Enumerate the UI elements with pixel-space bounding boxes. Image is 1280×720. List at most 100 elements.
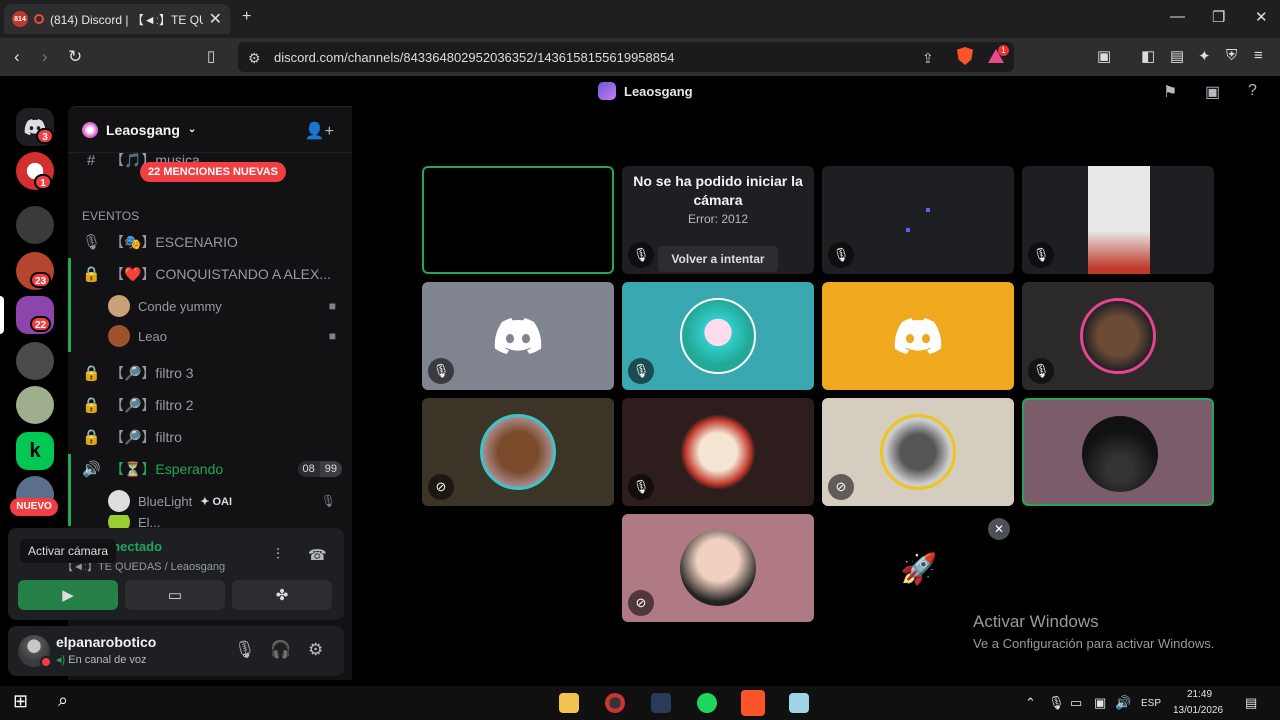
site-settings-icon[interactable]: ⚙ xyxy=(248,50,261,67)
retry-camera-button[interactable]: Volver a intentar xyxy=(658,246,778,272)
video-tile-7[interactable] xyxy=(822,282,1014,390)
voice-user[interactable]: El... xyxy=(108,515,336,529)
channel-esperando[interactable]: 🔊 【⏳】Esperando 08 99 xyxy=(80,455,342,483)
tab-close-icon[interactable]: ✕ xyxy=(209,9,222,29)
muted-mic-icon: 🎙 xyxy=(1028,242,1054,268)
app-icon[interactable] xyxy=(789,693,809,713)
user-name: BlueLight xyxy=(138,493,193,509)
camera-off-icon: ⊘ xyxy=(428,474,454,500)
video-tile-9[interactable]: ⊘ xyxy=(422,398,614,506)
close-activity-icon[interactable]: ✕ xyxy=(988,518,1010,540)
channel-filtro-2[interactable]: 🔒 【🔎】filtro 2 xyxy=(80,391,342,419)
voice-channel-icon: 🔊 xyxy=(82,461,101,478)
tab-manager-icon[interactable]: ▣ xyxy=(1097,47,1111,65)
channel-escenario[interactable]: 🎙 【🎭】ESCENARIO xyxy=(80,228,342,256)
menu-icon[interactable]: ≡ xyxy=(1254,47,1263,64)
user-tag: ✦ OAI xyxy=(200,495,233,508)
leo-ai-icon[interactable]: ✦ xyxy=(1198,47,1211,65)
muted-mic-icon: 🎙 xyxy=(628,242,654,268)
spotify-icon[interactable] xyxy=(697,693,717,713)
obs-icon[interactable] xyxy=(605,693,625,713)
channel-label: 【🎭】ESCENARIO xyxy=(110,234,238,250)
forward-icon[interactable]: › xyxy=(42,47,48,67)
category-eventos[interactable]: EVENTOS xyxy=(82,209,139,223)
video-tile-8[interactable]: 🎙 xyxy=(1022,282,1214,390)
microphone-icon[interactable]: 🎙 xyxy=(234,640,256,660)
browser-nav-bar: ‹ › ↻ ▯ ⚙ discord.com/channels/843364802… xyxy=(0,38,1280,76)
rocket-activity-icon[interactable]: 🚀 xyxy=(900,552,937,587)
file-explorer-icon[interactable] xyxy=(559,693,579,713)
video-tile-13[interactable]: ⊘ xyxy=(622,514,814,622)
mic-tray-icon[interactable]: 🎙 xyxy=(1048,695,1065,711)
muted-mic-icon: 🎙 xyxy=(628,358,654,384)
window-server-title: Leaosgang xyxy=(598,82,693,100)
video-tile-12-speaking[interactable] xyxy=(1022,398,1214,506)
battery-icon[interactable]: ▭ xyxy=(1070,695,1082,711)
clock-date[interactable]: 13/01/2026 xyxy=(1173,705,1223,716)
noise-suppression-icon[interactable]: ⫶ xyxy=(276,546,280,563)
sidebar-toggle-icon[interactable]: ◧ xyxy=(1141,47,1155,65)
video-tile-6[interactable]: 🎙 xyxy=(622,282,814,390)
camera-button[interactable]: ▶ xyxy=(18,580,118,610)
server-icon-2[interactable] xyxy=(16,206,54,244)
server-icon-6[interactable] xyxy=(16,386,54,424)
windows-start-icon[interactable]: ⊞ xyxy=(13,691,33,711)
video-tile-self[interactable] xyxy=(422,166,614,274)
server-badge-3: 23 xyxy=(30,272,52,288)
browser-tab-bar: 814 (814) Discord | 【◄ː】TE QUE ✕ + — ❐ ✕ xyxy=(0,0,1280,38)
video-tile-5[interactable]: 🎙 xyxy=(422,282,614,390)
kick-server-icon[interactable]: k xyxy=(16,432,54,470)
channel-filtro-3[interactable]: 🔒 【🔎】filtro 3 xyxy=(80,359,342,387)
new-mentions-pill[interactable]: 22 MENCIONES NUEVAS xyxy=(140,162,286,182)
notifications-icon[interactable]: ▤ xyxy=(1245,695,1257,711)
activities-button[interactable]: ✤ xyxy=(232,580,332,610)
back-icon[interactable]: ‹ xyxy=(14,47,20,67)
user-avatar xyxy=(680,414,756,490)
invite-people-icon[interactable]: 👤+ xyxy=(305,121,334,141)
network-icon[interactable]: ▣ xyxy=(1094,695,1106,711)
server-avatar-icon xyxy=(598,82,616,100)
reload-icon[interactable]: ↻ xyxy=(68,47,82,67)
close-window-icon[interactable]: ✕ xyxy=(1255,8,1268,26)
video-tile-3[interactable]: 🎙 xyxy=(822,166,1014,274)
channel-conquistando[interactable]: 🔒 【❤️】CONQUISTANDO A ALEX... xyxy=(80,260,342,288)
maximize-icon[interactable]: ❐ xyxy=(1212,8,1225,26)
volume-icon[interactable]: 🔊 xyxy=(1115,695,1131,711)
bookmark-icon[interactable]: ▯ xyxy=(207,47,215,65)
active-voice-indicator xyxy=(68,454,71,526)
voice-connection-panel: Activar cámara Vídeo conectado 【◄ː】TE QU… xyxy=(8,528,344,620)
video-tile-10[interactable]: 🎙 xyxy=(622,398,814,506)
wallet-icon[interactable]: ▤ xyxy=(1170,47,1184,65)
vpn-icon[interactable]: ⛨ xyxy=(1226,47,1237,64)
brave-taskbar-icon[interactable] xyxy=(741,690,765,716)
server-icon-5[interactable] xyxy=(16,342,54,380)
browser-tab[interactable]: 814 (814) Discord | 【◄ː】TE QUE ✕ xyxy=(4,4,230,34)
user-status-text: En canal de voz xyxy=(68,654,147,666)
disconnect-icon[interactable]: ☎ xyxy=(308,546,327,564)
channel-label: 【❤️】CONQUISTANDO A ALEX... xyxy=(110,266,331,282)
davinci-icon[interactable] xyxy=(651,693,671,713)
help-icon[interactable]: ? xyxy=(1248,82,1257,100)
voice-user[interactable]: Conde yummy ■ xyxy=(108,293,336,319)
video-tile-camera-error[interactable]: No se ha podido iniciar la cámara Error:… xyxy=(622,166,814,274)
voice-user[interactable]: BlueLight ✦ OAI 🎙 xyxy=(108,488,336,514)
new-tab-icon[interactable]: + xyxy=(242,8,251,26)
username[interactable]: elpanarobotico xyxy=(56,634,156,650)
search-icon[interactable]: ⌕ xyxy=(58,690,78,710)
share-icon[interactable]: ⇪ xyxy=(922,50,934,67)
address-bar[interactable]: ⚙ discord.com/channels/84336480295203635… xyxy=(238,42,1014,72)
voice-user[interactable]: Leao ■ xyxy=(108,323,336,349)
channel-filtro[interactable]: 🔒 【🔎】filtro xyxy=(80,423,342,451)
minimize-icon[interactable]: — xyxy=(1170,8,1185,25)
chevron-up-icon[interactable]: ⌃ xyxy=(1025,695,1036,711)
user-limit: 99 xyxy=(319,461,342,477)
video-tile-4[interactable]: 🎙 xyxy=(1022,166,1214,274)
headphones-icon[interactable]: 🎧 xyxy=(270,640,291,660)
screen-share-button[interactable]: ▭ xyxy=(125,580,225,610)
settings-gear-icon[interactable]: ⚙ xyxy=(308,640,323,660)
clock-time[interactable]: 21:49 xyxy=(1187,689,1212,700)
language-indicator[interactable]: ESP xyxy=(1141,698,1161,709)
inbox-icon[interactable]: ▣ xyxy=(1205,82,1220,102)
video-tile-11[interactable]: ⊘ xyxy=(822,398,1014,506)
flag-icon[interactable]: ⚑ xyxy=(1163,82,1177,102)
